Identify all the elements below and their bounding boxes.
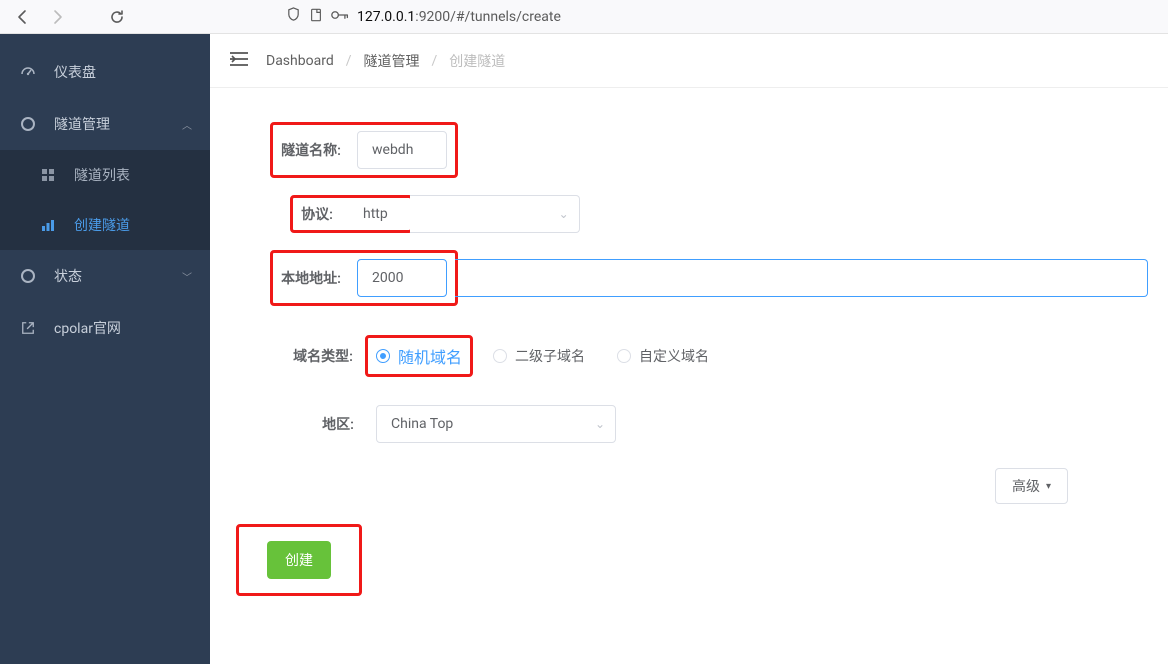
- select-value: China Top: [391, 416, 453, 432]
- highlight-box: 协议: http: [290, 195, 413, 233]
- crumb-tunnel-mgmt[interactable]: 隧道管理: [364, 51, 420, 71]
- gauge-icon: [20, 64, 36, 80]
- bars-icon: [40, 218, 56, 232]
- refresh-button[interactable]: [102, 3, 132, 31]
- radio-custom-domain[interactable]: 自定义域名: [617, 346, 709, 366]
- url-bar[interactable]: 127.0.0.1:9200/#/tunnels/create: [276, 3, 1160, 31]
- back-button[interactable]: [8, 3, 38, 31]
- protocol-value: http: [349, 206, 402, 222]
- browser-toolbar: 127.0.0.1:9200/#/tunnels/create: [0, 0, 1168, 34]
- label-local-addr: 本地地址:: [281, 268, 353, 288]
- chevron-up-icon: ︿: [182, 117, 192, 132]
- ring-icon: [20, 116, 36, 132]
- topbar: Dashboard / 隧道管理 / 创建隧道: [210, 34, 1168, 88]
- lock-icon: [331, 8, 349, 26]
- highlight-box: 随机域名: [365, 335, 473, 377]
- highlight-box: 隧道名称:: [270, 122, 458, 178]
- sidebar-item-label: 仪表盘: [54, 62, 96, 82]
- row-region: 地区: China Top ⌄: [290, 392, 1148, 456]
- sidebar: 仪表盘 隧道管理 ︿ 隧道列表 创建隧道 状态 ﹀: [0, 34, 210, 664]
- highlight-box: 本地地址:: [270, 250, 458, 306]
- sidebar-item-label: 隧道列表: [74, 165, 130, 185]
- breadcrumb: Dashboard / 隧道管理 / 创建隧道: [266, 51, 505, 71]
- caret-down-icon: ▾: [1046, 481, 1051, 492]
- create-tunnel-form: 隧道名称: 协议: http ⌄ 本地地址:: [210, 88, 1168, 606]
- chevron-down-icon: ⌄: [595, 417, 605, 431]
- sidebar-item-tunnel-list[interactable]: 隧道列表: [0, 150, 210, 200]
- select-region[interactable]: China Top ⌄: [376, 405, 616, 443]
- input-local-addr[interactable]: [357, 259, 447, 297]
- row-tunnel-name: 隧道名称:: [270, 118, 1148, 182]
- crumb-create-tunnel: 创建隧道: [449, 51, 505, 71]
- create-label: 创建: [285, 553, 313, 569]
- row-domain-type: 域名类型: 随机域名 二级子域名 自定义域名: [290, 324, 1148, 388]
- main-content: Dashboard / 隧道管理 / 创建隧道 隧道名称: 协议: http: [210, 34, 1168, 664]
- sidebar-item-label: 创建隧道: [74, 215, 130, 235]
- ring-icon: [20, 268, 36, 284]
- radio-random-domain[interactable]: 随机域名: [376, 344, 462, 368]
- radio-icon: [493, 349, 507, 363]
- chevron-down-icon: ⌄: [559, 207, 569, 221]
- grid-icon: [40, 168, 56, 182]
- row-submit: 创建: [230, 504, 1148, 596]
- input-tunnel-name[interactable]: [357, 131, 447, 169]
- label-domain-type: 域名类型:: [290, 346, 365, 366]
- row-local-addr: 本地地址:: [270, 246, 1148, 310]
- radio-icon: [376, 349, 390, 363]
- radio-icon: [617, 349, 631, 363]
- sidebar-item-label: 隧道管理: [54, 114, 110, 134]
- separator: /: [432, 53, 438, 69]
- sidebar-item-status[interactable]: 状态 ﹀: [0, 250, 210, 302]
- radio-subdomain[interactable]: 二级子域名: [493, 346, 585, 366]
- label-protocol: 协议:: [301, 204, 345, 224]
- advanced-label: 高级: [1012, 476, 1040, 496]
- create-button[interactable]: 创建: [267, 541, 331, 579]
- radio-label: 二级子域名: [515, 346, 585, 366]
- radio-label: 自定义域名: [639, 346, 709, 366]
- radio-label: 随机域名: [398, 344, 462, 368]
- separator: /: [346, 53, 352, 69]
- chevron-down-icon: ﹀: [182, 269, 192, 284]
- shield-icon: [286, 7, 301, 26]
- external-link-icon: [20, 321, 36, 335]
- sidebar-item-label: cpolar官网: [54, 318, 121, 338]
- row-advanced: 高级 ▾: [230, 456, 1148, 504]
- row-protocol: 协议: http ⌄: [290, 182, 1148, 246]
- sidebar-item-label: 状态: [54, 266, 82, 286]
- sidebar-item-dashboard[interactable]: 仪表盘: [0, 46, 210, 98]
- sidebar-item-create-tunnel[interactable]: 创建隧道: [0, 200, 210, 250]
- highlight-box: 创建: [236, 524, 362, 596]
- select-protocol[interactable]: ⌄: [410, 195, 580, 233]
- label-region: 地区:: [290, 414, 366, 434]
- sidebar-item-tunnel-mgmt[interactable]: 隧道管理 ︿: [0, 98, 210, 150]
- crumb-dashboard[interactable]: Dashboard: [266, 53, 334, 69]
- label-tunnel-name: 隧道名称:: [281, 140, 353, 160]
- forward-button[interactable]: [42, 3, 72, 31]
- advanced-button[interactable]: 高级 ▾: [995, 468, 1068, 504]
- menu-toggle-icon[interactable]: [230, 51, 248, 70]
- url-text: 127.0.0.1:9200/#/tunnels/create: [357, 9, 561, 25]
- page-icon: [309, 8, 323, 26]
- sidebar-item-cpolar-site[interactable]: cpolar官网: [0, 302, 210, 354]
